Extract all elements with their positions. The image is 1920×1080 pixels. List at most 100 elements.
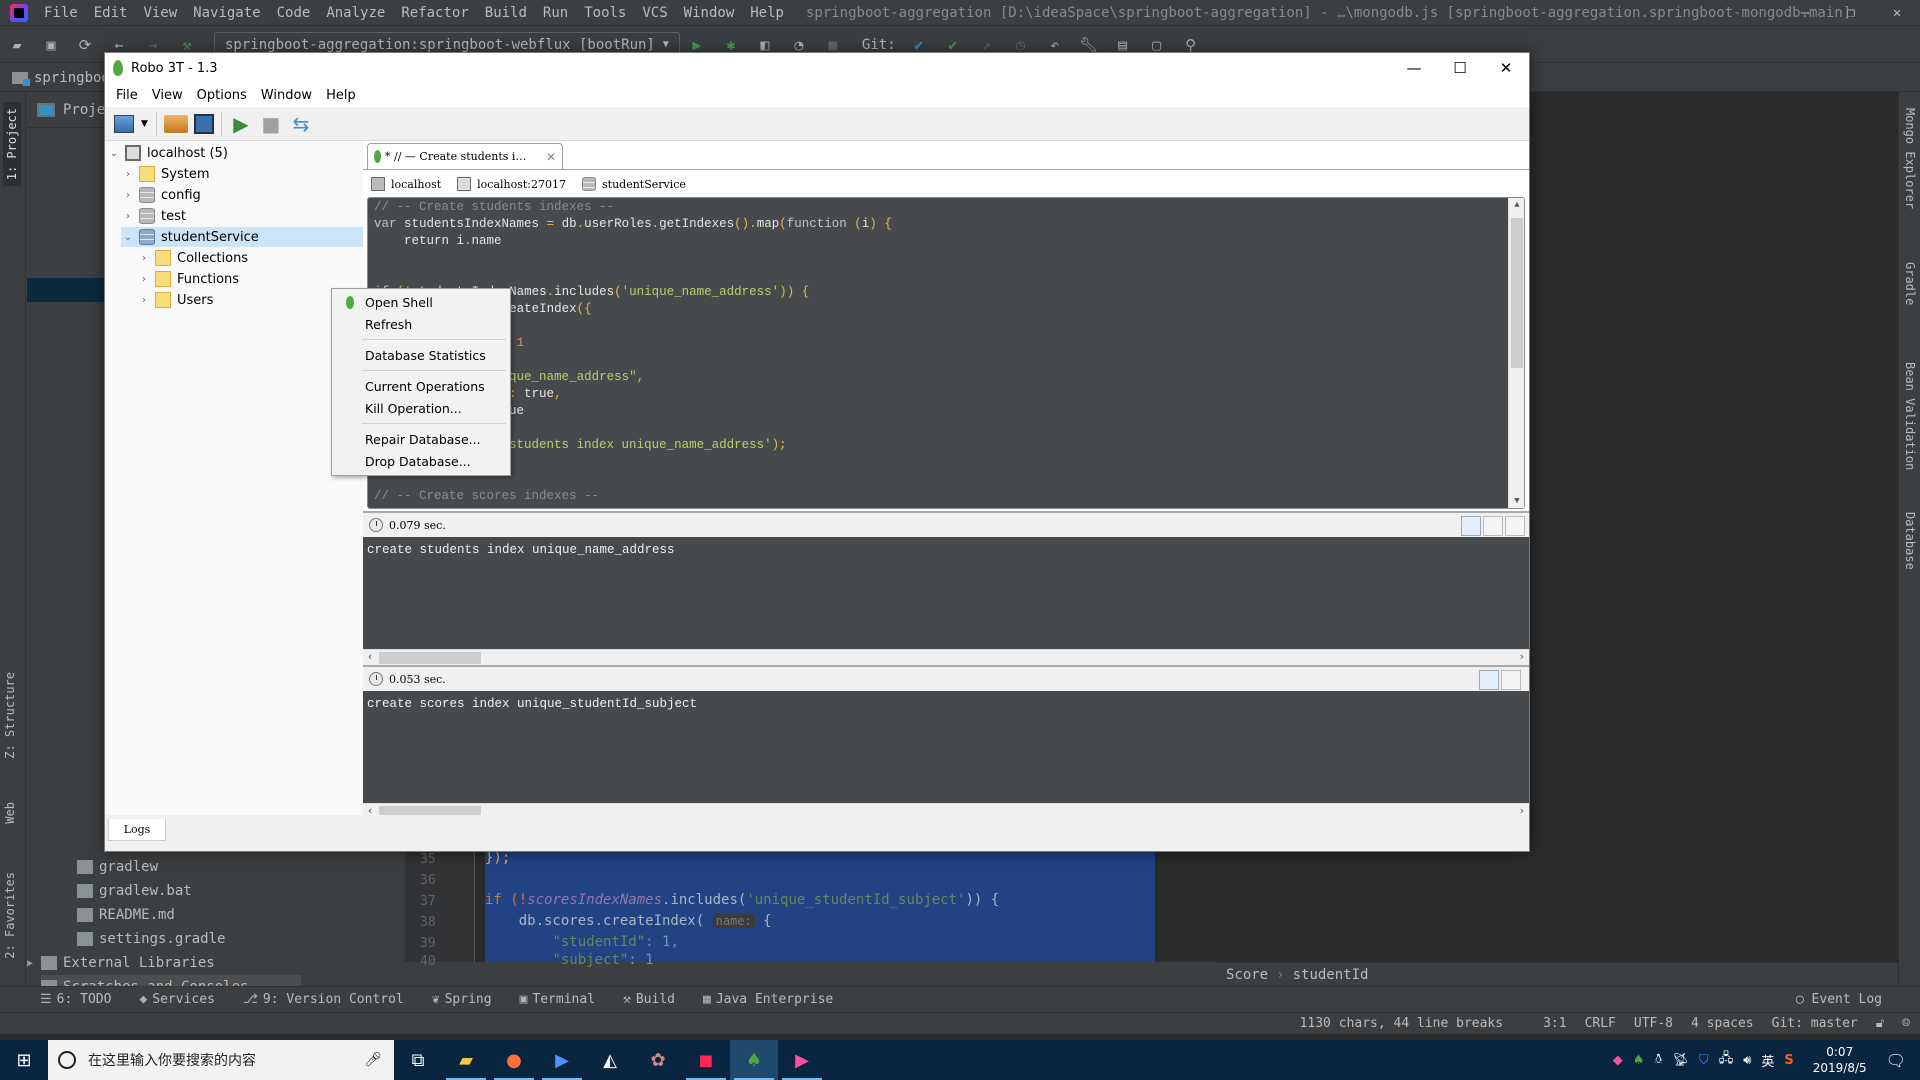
chevron-right-icon[interactable]: › bbox=[137, 274, 151, 285]
status-indent[interactable]: 4 spaces bbox=[1691, 1016, 1754, 1031]
tool-tab-gradle[interactable]: Gradle bbox=[1903, 262, 1917, 305]
chevron-down-icon[interactable]: ⌄ bbox=[107, 148, 121, 159]
scrollbar-thumb[interactable] bbox=[1511, 218, 1523, 368]
ide-menu-run[interactable]: Run bbox=[543, 5, 568, 21]
tool-tab-services[interactable]: ◆ Services bbox=[139, 992, 214, 1007]
firefox-icon[interactable]: ● bbox=[490, 1040, 538, 1080]
status-cursor-position[interactable]: 3:1 bbox=[1543, 1016, 1566, 1031]
scroll-left-icon[interactable]: ‹ bbox=[363, 650, 377, 663]
text-mode-icon[interactable] bbox=[1479, 670, 1499, 690]
close-icon[interactable]: ✕ bbox=[1874, 0, 1920, 26]
action-center-icon[interactable]: 🗨︎ bbox=[1886, 1051, 1906, 1070]
ctx-open-shell[interactable]: Open Shell bbox=[332, 291, 510, 313]
tool-tab-mongo-explorer[interactable]: Mongo Explorer bbox=[1903, 108, 1917, 209]
chevron-right-icon[interactable]: › bbox=[121, 190, 135, 201]
stop-icon[interactable]: ■ bbox=[259, 112, 283, 136]
microphone-icon[interactable]: 🎤︎ bbox=[364, 1052, 382, 1068]
ide-menu-view[interactable]: View bbox=[143, 5, 177, 21]
sync-icon[interactable]: ⟳ bbox=[74, 34, 96, 56]
intellij-icon[interactable]: ◼ bbox=[682, 1040, 730, 1080]
tool-tab-project[interactable]: 1: Project bbox=[3, 102, 21, 187]
tray-robo3t-icon[interactable]: ♠ bbox=[1633, 1053, 1645, 1068]
ide-menu-help[interactable]: Help bbox=[750, 5, 784, 21]
code-vertical-scrollbar[interactable]: ▲ ▼ bbox=[1508, 198, 1524, 508]
app-icon[interactable]: ✿ bbox=[634, 1040, 682, 1080]
tool-tab-bean-validation[interactable]: Bean Validation bbox=[1903, 362, 1917, 470]
tool-tab-favorites[interactable]: 2: Favorites bbox=[3, 872, 17, 959]
chevron-right-icon[interactable]: › bbox=[121, 211, 135, 222]
explorer-item-users[interactable]: › Users bbox=[137, 290, 213, 310]
tool-tab-database[interactable]: Database bbox=[1903, 512, 1917, 570]
ide-menu-tools[interactable]: Tools bbox=[584, 5, 626, 21]
ctx-current-operations[interactable]: Current Operations bbox=[332, 375, 510, 397]
status-git-branch[interactable]: Git: master bbox=[1772, 1016, 1858, 1031]
windows-start-icon[interactable]: ⊞ bbox=[0, 1040, 48, 1080]
video-app-icon[interactable]: ▶ bbox=[778, 1040, 826, 1080]
tray-network-icon[interactable]: 🖧︎ bbox=[1719, 1049, 1734, 1071]
ide-menu-file[interactable]: File bbox=[44, 5, 78, 21]
tree-item-external-libraries[interactable]: ▶ External Libraries bbox=[27, 951, 215, 975]
maximize-result-icon[interactable] bbox=[1483, 516, 1503, 536]
tray-sogou-icon[interactable]: S bbox=[1784, 1053, 1793, 1068]
logs-tab[interactable]: Logs bbox=[108, 819, 166, 841]
maximize-icon[interactable]: ☐ bbox=[1437, 53, 1483, 83]
ctx-refresh[interactable]: Refresh bbox=[332, 313, 510, 335]
lock-icon[interactable]: 🔓︎ bbox=[1876, 1016, 1884, 1031]
taskbar-search-box[interactable]: 在这里输入你要搜索的内容 🎤︎ bbox=[48, 1040, 394, 1080]
close-tab-icon[interactable]: ✕ bbox=[546, 150, 556, 164]
tree-item-gradlew-bat[interactable]: gradlew.bat bbox=[77, 879, 192, 903]
tool-tab-build[interactable]: ⚒ Build bbox=[623, 992, 675, 1007]
ctx-drop-database[interactable]: Drop Database... bbox=[332, 450, 510, 472]
explorer-server-localhost[interactable]: ⌄ localhost (5) bbox=[107, 143, 228, 163]
explorer-item-studentservice[interactable]: ⌄ studentService bbox=[121, 227, 363, 247]
detach-result-icon[interactable] bbox=[1505, 516, 1525, 536]
tool-tab-web[interactable]: Web bbox=[3, 802, 17, 824]
tray-app-icon[interactable]: ◆ bbox=[1613, 1053, 1623, 1068]
tree-item-gradlew[interactable]: gradlew bbox=[77, 855, 158, 879]
shell-tab[interactable]: * // — Create students i… ✕ bbox=[367, 143, 563, 169]
orientation-icon[interactable]: ⇆ bbox=[289, 112, 313, 136]
scroll-right-icon[interactable]: › bbox=[1515, 650, 1529, 663]
save-icon[interactable]: ▣ bbox=[40, 34, 62, 56]
robo3t-taskbar-icon[interactable]: ♠ bbox=[730, 1040, 778, 1080]
tree-item-settings-gradle[interactable]: settings.gradle bbox=[77, 927, 225, 951]
robo-menu-help[interactable]: Help bbox=[326, 88, 356, 103]
tray-satellite-icon[interactable]: 📡︎ bbox=[1672, 1053, 1689, 1068]
tray-ime-indicator[interactable]: 英 bbox=[1761, 1051, 1774, 1070]
robo-menu-view[interactable]: View bbox=[152, 88, 183, 103]
inspector-icon[interactable]: ☺ bbox=[1902, 1016, 1910, 1031]
execute-icon[interactable]: ▶ bbox=[229, 112, 253, 136]
expand-arrow-icon[interactable]: ▶ bbox=[27, 958, 41, 969]
chevron-down-icon[interactable]: ⌄ bbox=[121, 232, 135, 243]
taskbar-clock[interactable]: 0:07 2019/8/5 bbox=[1813, 1044, 1867, 1076]
text-mode-icon[interactable] bbox=[1461, 516, 1481, 536]
connect-icon[interactable] bbox=[114, 114, 134, 133]
tree-item-readme[interactable]: README.md bbox=[77, 903, 175, 927]
powershell-icon[interactable]: ▶ bbox=[538, 1040, 586, 1080]
ide-menu-edit[interactable]: Edit bbox=[94, 5, 128, 21]
explorer-item-system[interactable]: › System bbox=[121, 164, 209, 184]
tool-tab-version-control[interactable]: ⎇ 9: Version Control bbox=[243, 992, 404, 1007]
ctx-database-statistics[interactable]: Database Statistics bbox=[332, 344, 510, 366]
tool-tab-terminal[interactable]: ▣ Terminal bbox=[520, 992, 595, 1007]
app-icon[interactable]: ◭ bbox=[586, 1040, 634, 1080]
explorer-item-collections[interactable]: › Collections bbox=[137, 248, 248, 268]
ide-menu-window[interactable]: Window bbox=[684, 5, 735, 21]
close-icon[interactable]: ✕ bbox=[1483, 53, 1529, 83]
maximize-result-icon[interactable] bbox=[1501, 670, 1521, 690]
file-explorer-icon[interactable]: ▰ bbox=[442, 1040, 490, 1080]
tool-tab-java-enterprise[interactable]: ▦ Java Enterprise bbox=[703, 992, 833, 1007]
robo-menu-window[interactable]: Window bbox=[261, 88, 312, 103]
save-icon[interactable] bbox=[193, 113, 214, 134]
scroll-up-icon[interactable]: ▲ bbox=[1509, 200, 1525, 210]
connect-dropdown-icon[interactable]: ▼ bbox=[141, 119, 148, 129]
result-horizontal-scrollbar[interactable]: ‹ › bbox=[363, 649, 1529, 665]
task-view-icon[interactable]: ⧉ bbox=[394, 1040, 442, 1080]
event-log-button[interactable]: ◯ Event Log bbox=[1796, 992, 1882, 1007]
shell-code-editor[interactable]: ▲ ▼ // -- Create students indexes -- var … bbox=[367, 197, 1525, 509]
scrollbar-thumb[interactable] bbox=[379, 652, 481, 664]
explorer-item-functions[interactable]: › Functions bbox=[137, 269, 239, 289]
explorer-item-config[interactable]: › config bbox=[121, 185, 201, 205]
minimize-icon[interactable]: — bbox=[1391, 53, 1437, 83]
breadcrumb-item-field[interactable]: studentId bbox=[1293, 967, 1369, 983]
